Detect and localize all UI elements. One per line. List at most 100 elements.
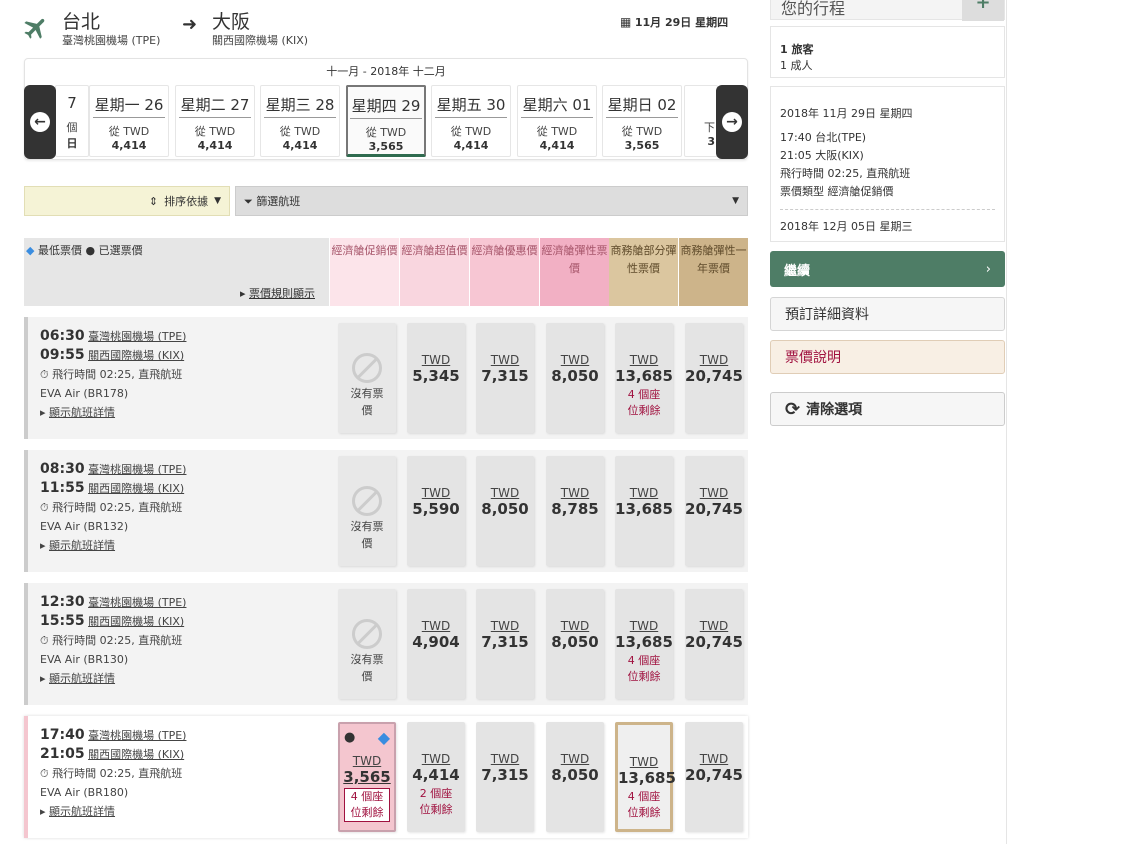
fare-price: 20,745: [685, 766, 743, 784]
fare-cell[interactable]: TWD 7,315: [476, 589, 534, 699]
fare-header-business-flex: 商務艙彈性一年票價: [679, 238, 748, 306]
fare-cell[interactable]: TWD 8,785: [546, 456, 604, 566]
seats-remaining: 2 個座 位剩餘: [419, 787, 453, 816]
fare-price: 8,050: [551, 766, 599, 784]
day-item-selected[interactable]: 星期四 29 從 TWD 3,565: [346, 85, 426, 157]
day-partial-left[interactable]: 7個日: [55, 85, 89, 157]
fare-price: 7,315: [481, 367, 529, 385]
flight-details-link[interactable]: ▸ 顯示航班詳情: [40, 669, 186, 688]
prev-week-button[interactable]: ←: [24, 85, 56, 159]
fare-cell[interactable]: TWD 20,745: [685, 722, 743, 832]
fare-cell[interactable]: TWD 5,345: [407, 323, 465, 433]
filter-dropdown[interactable]: ⏷ 篩選航班 ▼: [235, 186, 748, 216]
flight-info: 17:40 臺灣桃園機場 (TPE) 21:05 關西國際機場 (KIX) ⏱ …: [40, 726, 186, 821]
fare-header-promo: 經濟艙促銷價: [330, 238, 399, 306]
fare-price: 13,685: [615, 500, 673, 518]
fare-rules-link[interactable]: ▸ 票價規則顯示: [240, 285, 315, 301]
fare-header-business-semi: 商務艙部分彈性票價: [609, 238, 678, 306]
day-item[interactable]: 星期六 01 從 TWD 4,414: [517, 85, 597, 157]
fare-cell[interactable]: TWD 4,904: [407, 589, 465, 699]
seats-remaining: 4 個座 位剩餘: [627, 790, 661, 819]
fare-cell[interactable]: TWD 20,745: [685, 589, 743, 699]
day-item[interactable]: 星期一 26 從 TWD 4,414: [89, 85, 169, 157]
fare-cell[interactable]: TWD 13,685 4 個座 位剩餘: [615, 589, 673, 699]
fare-price: 8,050: [551, 367, 599, 385]
check-circle-icon: ●: [85, 244, 96, 257]
itinerary-details: 2018年 11月 29日 星期四 17:40 台北(TPE) 21:05 大阪…: [770, 86, 1005, 242]
filter-icon: ⏷: [244, 195, 253, 208]
seats-remaining: 4 個座 位剩餘: [627, 654, 661, 683]
fare-price: 20,745: [685, 500, 743, 518]
origin-airport: 臺灣桃園機場 (TPE): [62, 34, 161, 47]
flight-row: 12:30 臺灣桃園機場 (TPE) 15:55 關西國際機場 (KIX) ⏱ …: [24, 583, 748, 705]
flight-details-link[interactable]: ▸ 顯示航班詳情: [40, 802, 186, 821]
day-partial-right[interactable]: 下3: [684, 85, 718, 157]
destination-airport-label: 關西國際機場 (KIX): [88, 482, 185, 495]
fare-cell[interactable]: TWD 7,315: [476, 722, 534, 832]
arrow-right-icon: ➜: [182, 14, 198, 35]
clear-selection-button[interactable]: ⟳ 清除選項: [770, 392, 1005, 426]
day-item[interactable]: 星期三 28 從 TWD 4,414: [260, 85, 340, 157]
departure-time: 12:30: [40, 594, 85, 610]
fare-cell[interactable]: TWD 13,685 4 個座 位剩餘: [615, 722, 676, 832]
fare-price: 8,785: [551, 500, 599, 518]
fare-cell[interactable]: TWD 13,685 4 個座 位剩餘: [615, 323, 673, 433]
fare-price: 3,565: [343, 768, 391, 786]
arrival-time: 15:55: [40, 613, 85, 629]
fare-price: 13,685: [618, 769, 676, 787]
day-item[interactable]: 星期日 02 從 TWD 3,565: [602, 85, 682, 157]
sort-dropdown[interactable]: ⇕ 排序依據 ▼: [24, 186, 230, 216]
plus-icon[interactable]: +: [962, 0, 1004, 21]
origin-airport-label: 臺灣桃園機場 (TPE): [88, 463, 187, 476]
fare-price: 7,315: [481, 633, 529, 651]
fare-cell[interactable]: TWD 5,590: [407, 456, 465, 566]
fare-price: 4,904: [412, 633, 460, 651]
fare-cell-unavailable: 沒有票價: [338, 589, 396, 699]
fare-price: 5,345: [412, 367, 460, 385]
destination-airport-label: 關西國際機場 (KIX): [88, 748, 185, 761]
origin-airport-label: 臺灣桃園機場 (TPE): [88, 729, 187, 742]
flight-row: 17:40 臺灣桃園機場 (TPE) 21:05 關西國際機場 (KIX) ⏱ …: [24, 716, 748, 838]
fare-cell[interactable]: TWD 3,565 4 個座 位剩餘 ● ◆: [338, 722, 396, 832]
destination-city: 大阪: [212, 11, 251, 33]
departure-time: 06:30: [40, 328, 85, 344]
seats-remaining: 4 個座 位剩餘: [344, 788, 390, 822]
fare-cell[interactable]: TWD 8,050: [546, 323, 604, 433]
flight-details-link[interactable]: ▸ 顯示航班詳情: [40, 536, 186, 555]
ban-icon: [352, 486, 382, 516]
fare-cell[interactable]: TWD 20,745: [685, 456, 743, 566]
stopwatch-icon: ⏱: [40, 634, 49, 647]
continue-button[interactable]: 繼續 ›: [770, 251, 1005, 287]
airplane-icon: [24, 18, 45, 39]
check-circle-icon: ●: [344, 730, 356, 745]
departure-time: 17:40: [40, 727, 85, 743]
fare-cell[interactable]: TWD 8,050: [546, 589, 604, 699]
fare-cell[interactable]: TWD 8,050: [546, 722, 604, 832]
flight-details-link[interactable]: ▸ 顯示航班詳情: [40, 403, 186, 422]
destination-airport-label: 關西國際機場 (KIX): [88, 615, 185, 628]
passenger-summary: 1 旅客 1 成人: [770, 26, 1005, 78]
fare-info-button[interactable]: 票價說明: [770, 340, 1005, 374]
day-item[interactable]: 星期二 27 從 TWD 4,414: [175, 85, 255, 157]
fare-cell[interactable]: TWD 8,050: [476, 456, 534, 566]
fare-header-value: 經濟艙超值價: [400, 238, 469, 306]
carrier: EVA Air (BR130): [40, 653, 129, 666]
fare-cell[interactable]: TWD 7,315: [476, 323, 534, 433]
fare-price: 13,685: [615, 367, 673, 385]
fare-cell-unavailable: 沒有票價: [338, 456, 396, 566]
day-item[interactable]: 星期五 30 從 TWD 4,414: [431, 85, 511, 157]
stopwatch-icon: ⏱: [40, 501, 49, 514]
arrival-time: 09:55: [40, 347, 85, 363]
stopwatch-icon: ⏱: [40, 368, 49, 381]
next-week-button[interactable]: →: [716, 85, 748, 159]
arrow-right-icon: →: [722, 112, 742, 132]
fare-legend: ◆ 最低票價 ● 已選票價 ▸ 票價規則顯示: [24, 238, 329, 306]
flight-row: 06:30 臺灣桃園機場 (TPE) 09:55 關西國際機場 (KIX) ⏱ …: [24, 317, 748, 439]
arrow-left-icon: ←: [30, 112, 50, 132]
fare-cell[interactable]: TWD 13,685: [615, 456, 673, 566]
booking-details-button[interactable]: 預訂詳細資料: [770, 297, 1005, 331]
fare-cell[interactable]: TWD 4,414 2 個座 位剩餘: [407, 722, 465, 832]
fare-cell[interactable]: TWD 20,745: [685, 323, 743, 433]
date-range: 十一月 - 2018年 十二月: [326, 65, 446, 78]
origin-airport-label: 臺灣桃園機場 (TPE): [88, 596, 187, 609]
